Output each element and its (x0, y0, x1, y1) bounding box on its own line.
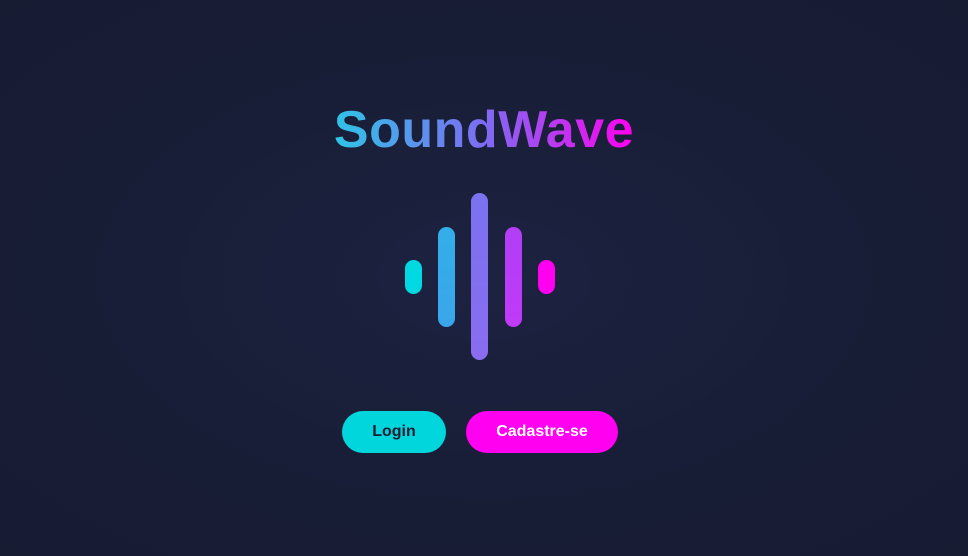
wave-bar (405, 260, 422, 294)
app-title-text: SoundWave (333, 101, 635, 159)
welcome-screen: SoundWave Login Cadastre-se (0, 0, 968, 556)
wave-bar (438, 227, 455, 327)
signup-button[interactable]: Cadastre-se (466, 411, 618, 453)
wave-bar (471, 193, 488, 360)
sound-wave-icon (0, 0, 968, 556)
app-title: SoundWave (0, 98, 968, 162)
wave-bar (505, 227, 522, 327)
login-button[interactable]: Login (342, 411, 446, 453)
wave-bar (538, 260, 555, 294)
